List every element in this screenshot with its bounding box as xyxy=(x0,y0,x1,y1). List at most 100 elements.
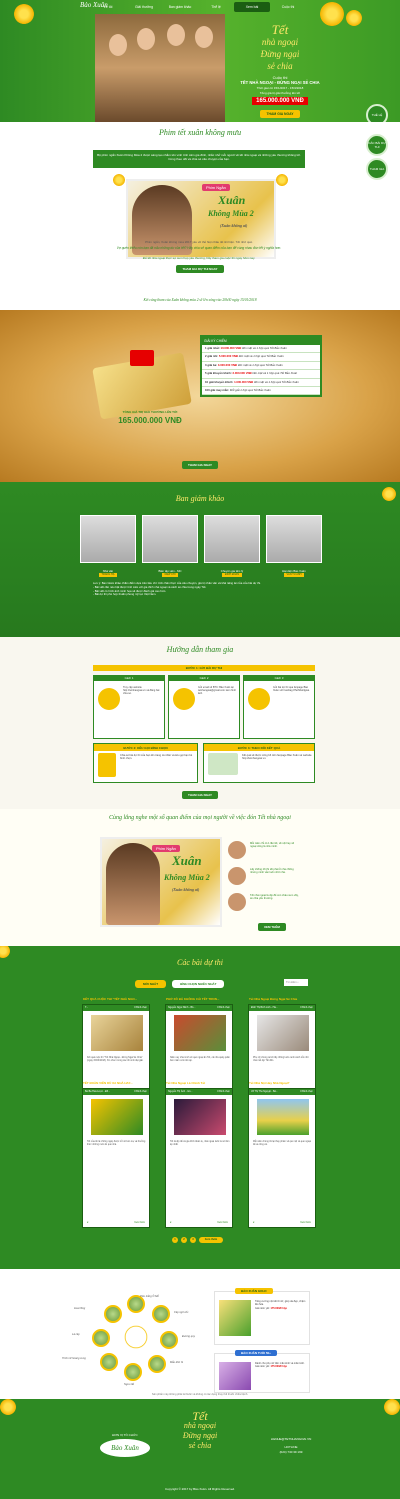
film-question: Vợ quên thiếu còn bạn đã nấu những dư củ… xyxy=(116,246,282,250)
herb-label: Đương quy xyxy=(182,1335,195,1338)
prize-table-title: GIẢI KỲ CHIẾM xyxy=(202,337,320,345)
page-link[interactable]: 3 xyxy=(190,1237,196,1243)
herb-label: Tiêu trắng Ô Mễ xyxy=(140,1295,159,1298)
join-now-button[interactable]: THAM GIA NGAY xyxy=(260,110,300,118)
community-section: Cùng lắng nghe một số quan điểm của mọi … xyxy=(0,809,400,946)
next-page-button[interactable]: Xem thêm xyxy=(199,1237,223,1243)
hero-family-photo xyxy=(95,14,225,122)
herb-image xyxy=(148,1355,166,1373)
opinion-item: Tết nhà ngoại là dịp để con cháu sum vầy… xyxy=(228,893,300,915)
read-more-link[interactable]: Xem thêm xyxy=(217,1221,228,1224)
product-disclaimer: Sản phẩm này không phải là thuốc và khôn… xyxy=(151,1393,249,1396)
blossom-decoration xyxy=(14,4,34,24)
page-link[interactable]: 2 xyxy=(181,1237,187,1243)
prize-section: TỔNG GIÁ TRỊ GIẢI THƯỞNG LÊN TỚI 165.000… xyxy=(0,310,400,482)
like-icon[interactable]: ♥ xyxy=(253,1221,254,1224)
prize-total: 165.000.000 VNĐ xyxy=(118,416,182,425)
judges-title: Ban giám khảo xyxy=(175,494,225,503)
prize-row: 100 giải may mắn: Mỗi giải 1 hộp quà Tết… xyxy=(202,387,320,396)
herb-image xyxy=(104,1305,122,1323)
prize-row: 2 giải nhì: 5.000.000 VNĐ tiền mặt và 1 … xyxy=(202,353,320,362)
herb-label: Trinh nữ hoàng cung xyxy=(62,1357,86,1360)
product-card[interactable]: BẢO XUÂN GOLD Tăng cường nội tiết tố nữ,… xyxy=(214,1288,310,1345)
blossom-decoration xyxy=(320,2,344,26)
contest-section: Các bài dự thi MỚI NHẤT BÌNH CHỌN NHIỀU … xyxy=(0,946,400,1269)
search-icon: ⌕ xyxy=(297,981,299,984)
entry-image xyxy=(91,1015,143,1051)
nav-item-active[interactable]: Xem bài xyxy=(234,2,270,12)
prize-row: 3 giải ba: 3.000.000 VNĐ tiền mặt và 1 h… xyxy=(202,362,320,371)
community-video[interactable]: Phim Ngắn Xuân Không Mùa 2 (Xuân không a… xyxy=(100,837,222,927)
join-side-button[interactable]: THAM GIA xyxy=(366,158,388,180)
contest-period: Thời gian từ 15/1/2017 - 15/3/2018 xyxy=(256,86,304,90)
hero-section: Bảo Xuân Về tôi Giải thưởng Ban giám khả… xyxy=(0,0,400,122)
tab-newest[interactable]: MỚI NHẤT xyxy=(135,980,167,988)
rules-side-button[interactable]: THỂ LỆ xyxy=(366,104,388,122)
prize-row: 1 giải nhất: 10.000.000 VNĐ tiền mặt và … xyxy=(202,345,320,354)
footer: ĐƠN VỊ TỔ CHỨC Bảo Xuân Tết nhà ngoại Đừ… xyxy=(0,1399,400,1499)
avatar xyxy=(228,841,246,859)
entry-image xyxy=(174,1099,226,1135)
herb-image xyxy=(160,1331,178,1349)
nav-item[interactable]: Thể lệ xyxy=(198,2,234,12)
contest-title: Các bài dự thi xyxy=(177,958,223,967)
judge-photo xyxy=(142,515,198,563)
judge-photo xyxy=(80,515,136,563)
see-more-button[interactable]: XEM THÊM xyxy=(258,923,286,931)
tab-most-voted[interactable]: BÌNH CHỌN NHIỀU NHẤT xyxy=(172,980,225,988)
herb-label: Lá cây xyxy=(72,1333,80,1336)
hero-slogan: Tết nhà ngoại Đừng ngại sẻ chia xyxy=(260,22,300,71)
product-image xyxy=(219,1362,251,1390)
join-contest-button[interactable]: THAM GIA DỰ THI NGAY xyxy=(176,265,224,273)
community-title: Cùng lắng nghe một số quan điểm của mọi … xyxy=(109,815,291,821)
nav-item[interactable]: Ban giám khảo xyxy=(162,2,198,12)
judge-caption: Biên tập viên - MC DIỆP CHI xyxy=(158,569,182,577)
contest-tabs: MỚI NHẤT BÌNH CHỌN NHIỀU NHẤT xyxy=(135,980,225,988)
entry-card[interactable]: TẾT ĐOÀN VIÊN DÙ XA NHÀ HAY... Bé Ba Hoà… xyxy=(82,1081,150,1228)
opinion-item: Lấy chồng rồi thì tết phải ở nhà chồng n… xyxy=(228,867,300,889)
guide-title: Hướng dẫn tham gia xyxy=(166,645,234,654)
guide-card: Cách 1 Truy cập website http://tetnhangoa… xyxy=(93,675,165,739)
blossom-decoration xyxy=(113,174,125,186)
nav-item[interactable]: Về tôi xyxy=(90,2,126,12)
prize-note: Tổng giá trị giải thưởng lên tới xyxy=(259,91,301,95)
opinion-item: Mỗi năm chỉ có 1 lần tết, về nội hay về … xyxy=(228,841,300,863)
judges-criteria: Lưu ý: Ban Giám khảo chấm điểm dựa trên … xyxy=(93,581,261,597)
contest-name: TẾT NHÀ NGOẠI - ĐỪNG NGẠI SẺ CHIA xyxy=(240,80,320,85)
product-card[interactable]: BẢO XUÂN TUỔI 50+ Dành cho phụ nữ tiền m… xyxy=(214,1350,310,1393)
read-more-link[interactable]: Xem thêm xyxy=(134,1221,145,1224)
entry-card[interactable]: Tết Nhà Nội Hay Nhà Ngoại? Võ Thị Thu Ng… xyxy=(248,1081,316,1228)
like-icon[interactable]: ♥ xyxy=(87,1221,88,1224)
herb-image xyxy=(100,1353,118,1371)
nav-item[interactable]: Giải thưởng xyxy=(126,2,162,12)
search-input[interactable]: Tìm kiếm ⌕ xyxy=(284,979,308,986)
gift-ribbon xyxy=(130,350,154,366)
page-link[interactable]: 1 xyxy=(172,1237,178,1243)
blossom-decoration xyxy=(0,1399,16,1415)
hotline-number[interactable]: (024) 730 39 199 xyxy=(256,1450,326,1454)
judges-section: Ban giám khảo Nhà văn TRANG HẠ Biên tập v… xyxy=(0,482,400,637)
step2-box: BƯỚC 2: KÊU GỌI BÌNH CHỌN Chia sẻ bài dự… xyxy=(93,743,198,783)
herb-image xyxy=(124,1363,142,1381)
judge-photo xyxy=(204,515,260,563)
film-title: Phim tết xuân không mưu xyxy=(158,128,242,137)
nav-item[interactable]: Cuộc thi xyxy=(270,2,306,12)
herb-image xyxy=(152,1305,170,1323)
hero-prize-value: 165.000.000 VNĐ xyxy=(252,97,308,105)
entry-image xyxy=(91,1099,143,1135)
guide-join-button[interactable]: THAM GIA NGAY xyxy=(182,791,218,799)
avatar xyxy=(228,867,246,885)
entry-image xyxy=(257,1015,309,1051)
like-icon[interactable]: ♥ xyxy=(170,1221,171,1224)
short-film-badge: Phim Ngắn xyxy=(202,184,230,191)
prize-join-button[interactable]: THAM GIA NGAY xyxy=(182,461,218,469)
entry-card[interactable]: Tết Nhà Ngoại Là Chính Tết Nguyễn Thị Ản… xyxy=(165,1081,233,1228)
entries-side-button[interactable]: CÁC BÀI DỰ THI xyxy=(366,134,388,156)
read-more-link[interactable]: Xem thêm xyxy=(300,1221,311,1224)
guide-card: Cách 2 Gửi email về BTC: Bảo Xuân tại tet… xyxy=(168,675,240,739)
contact-email[interactable]: LIENHE@TETNHANGOAI.VN xyxy=(256,1437,326,1441)
pagination: 1 2 3 Xem thêm xyxy=(172,1237,223,1243)
prize-row: 5 giải khuyến khích: 2.000.000 VNĐ tiền … xyxy=(202,370,320,379)
main-nav: Về tôi Giải thưởng Ban giám khảo Thể lệ … xyxy=(90,2,306,12)
footer-brand-logo[interactable]: Bảo Xuân xyxy=(100,1439,150,1457)
